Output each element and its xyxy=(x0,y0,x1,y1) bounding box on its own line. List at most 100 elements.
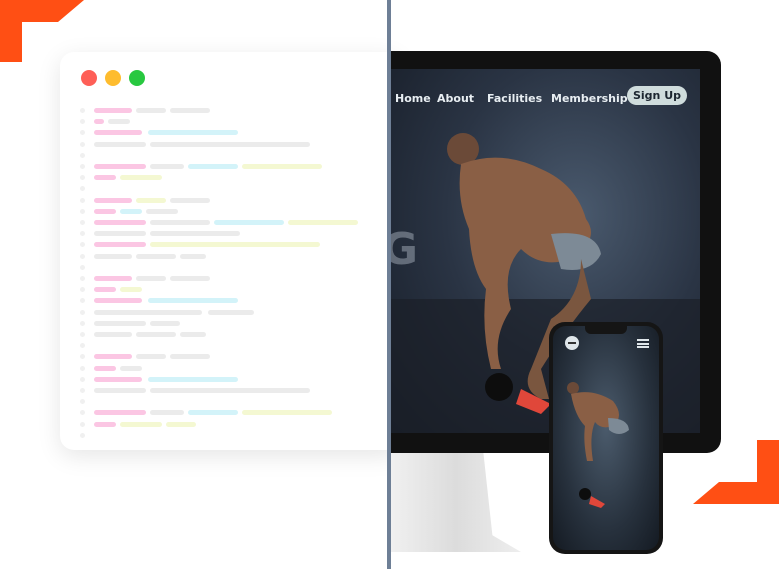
code-token xyxy=(94,354,132,360)
dumbbell-icon[interactable] xyxy=(565,336,579,350)
code-editor-window xyxy=(60,52,400,450)
code-token xyxy=(214,220,284,225)
code-line-gutter xyxy=(80,365,85,371)
code-line-gutter xyxy=(80,276,85,281)
code-token xyxy=(120,287,142,293)
code-token xyxy=(148,376,238,382)
code-line-gutter xyxy=(80,220,85,225)
code-token xyxy=(146,208,178,214)
code-token xyxy=(94,287,116,293)
code-token xyxy=(136,108,166,113)
nav-membership[interactable]: Membership xyxy=(551,92,628,105)
split-divider[interactable] xyxy=(387,0,391,569)
code-token xyxy=(288,220,358,225)
code-token xyxy=(120,208,142,214)
code-token xyxy=(94,208,116,214)
code-line-gutter xyxy=(80,376,85,382)
code-token xyxy=(150,410,184,416)
code-token xyxy=(120,421,162,427)
code-token xyxy=(166,421,196,427)
code-line-gutter xyxy=(80,388,85,393)
code-line-gutter xyxy=(80,410,85,416)
code-token xyxy=(170,197,210,203)
code-token xyxy=(94,108,132,113)
code-token xyxy=(94,376,142,382)
code-token xyxy=(94,130,142,136)
mobile-website-preview xyxy=(553,326,659,550)
code-line-gutter xyxy=(80,343,85,349)
code-token xyxy=(180,253,206,259)
athlete-photo xyxy=(567,382,629,508)
nav-about[interactable]: About xyxy=(437,92,474,105)
code-line-gutter xyxy=(80,186,85,192)
code-token xyxy=(150,164,184,169)
code-token xyxy=(94,421,116,427)
mobile-phone xyxy=(549,322,663,554)
code-token xyxy=(150,242,320,248)
nav-home[interactable]: Home xyxy=(395,92,431,105)
code-line-gutter xyxy=(80,208,85,214)
code-token xyxy=(150,320,180,326)
code-token xyxy=(94,388,146,393)
code-token xyxy=(148,298,238,304)
code-token xyxy=(94,298,142,304)
code-token xyxy=(150,388,310,393)
code-token xyxy=(136,197,166,203)
code-token xyxy=(94,320,146,326)
code-line-gutter xyxy=(80,108,85,113)
code-token xyxy=(94,309,202,315)
code-line-gutter xyxy=(80,320,85,326)
code-token xyxy=(150,141,310,147)
code-token xyxy=(148,130,238,136)
nav-facilities[interactable]: Facilities xyxy=(487,92,542,105)
phone-notch xyxy=(585,326,627,334)
code-line-gutter xyxy=(80,421,85,427)
code-line-gutter xyxy=(80,309,85,315)
minimize-window-button[interactable] xyxy=(105,70,121,86)
code-line-gutter xyxy=(80,399,85,405)
code-token xyxy=(188,410,238,416)
code-token xyxy=(94,253,132,259)
code-line-gutter xyxy=(80,119,85,125)
code-token xyxy=(170,354,210,360)
code-token xyxy=(242,164,322,169)
code-token xyxy=(136,332,176,337)
code-token xyxy=(136,354,166,360)
code-token xyxy=(94,410,146,416)
code-line-gutter xyxy=(80,253,85,259)
code-line-gutter xyxy=(80,130,85,136)
code-token xyxy=(242,410,332,416)
code-token xyxy=(120,175,162,181)
code-line-gutter xyxy=(80,432,85,438)
code-line-gutter xyxy=(80,354,85,360)
code-line-gutter xyxy=(80,231,85,237)
code-token xyxy=(94,141,146,147)
code-line-gutter xyxy=(80,141,85,147)
code-token xyxy=(94,164,146,169)
code-token xyxy=(136,253,176,259)
code-token xyxy=(94,197,132,203)
hamburger-menu-icon[interactable] xyxy=(637,339,649,348)
code-token xyxy=(94,220,146,225)
code-line-gutter xyxy=(80,287,85,293)
code-token xyxy=(94,332,132,337)
code-token xyxy=(188,164,238,169)
code-line-gutter xyxy=(80,298,85,304)
code-token xyxy=(120,365,142,371)
code-token xyxy=(108,119,130,125)
code-line-gutter xyxy=(80,264,85,270)
maximize-window-button[interactable] xyxy=(129,70,145,86)
code-line-gutter xyxy=(80,175,85,181)
code-token xyxy=(94,365,116,371)
code-line-gutter xyxy=(80,332,85,337)
close-window-button[interactable] xyxy=(81,70,97,86)
sign-up-button[interactable]: Sign Up xyxy=(627,86,687,105)
code-token xyxy=(94,276,132,281)
code-token xyxy=(94,231,146,237)
code-token xyxy=(170,108,210,113)
code-token xyxy=(94,242,146,248)
hero-heading: NG xyxy=(391,224,420,275)
monitor-stand xyxy=(391,440,521,552)
code-token xyxy=(94,175,116,181)
code-token xyxy=(170,276,210,281)
